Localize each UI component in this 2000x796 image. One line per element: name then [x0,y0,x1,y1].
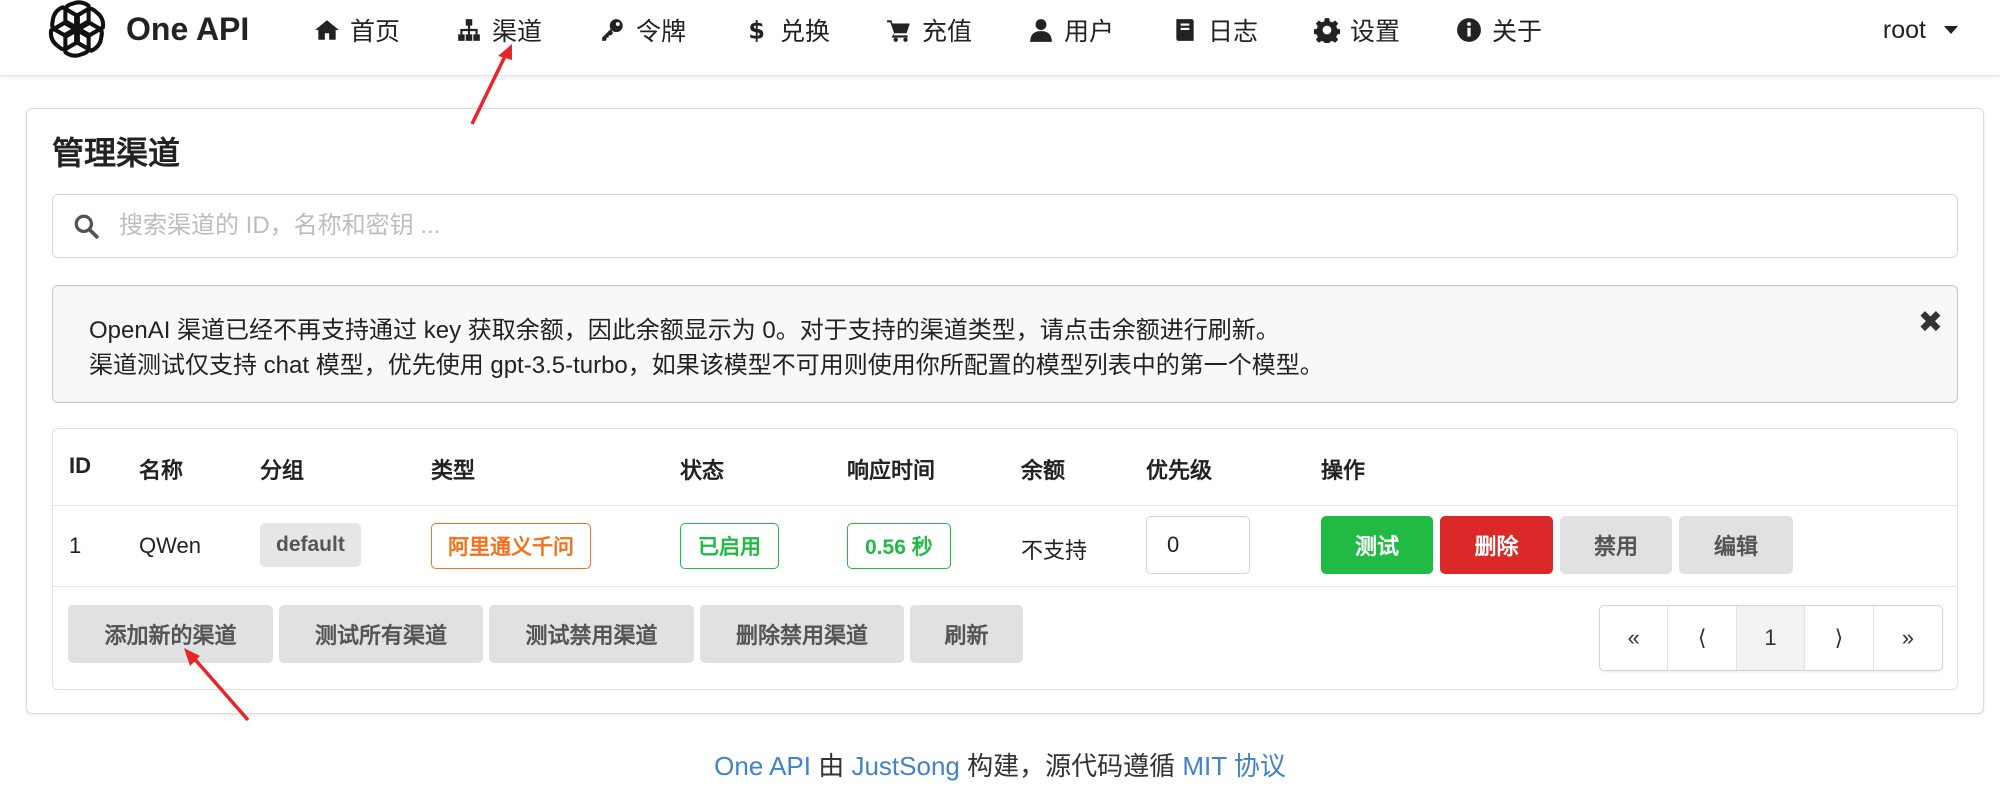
test-button[interactable]: 测试 [1321,516,1433,574]
channels-table: ID 名称 分组 类型 状态 响应时间 余额 优先级 操作 1 QWen def… [52,428,1958,690]
nav-item-channels[interactable]: 渠道 [456,10,542,50]
user-menu[interactable]: root [1883,10,1958,50]
svg-text:$: $ [748,17,765,43]
search-input[interactable] [117,211,1917,241]
add-channel-button[interactable]: 添加新的渠道 [68,605,273,663]
footer-link-oneapi[interactable]: One API [714,751,811,781]
top-navbar: One API 首页 渠道 令牌 $ 兑换 充值 用户 日志 设置 关于 roo… [0,0,2000,76]
nav-item-label: 关于 [1492,18,1543,46]
column-header-group[interactable]: 分组 [260,453,304,485]
chevron-down-icon [1944,26,1958,34]
page-title: 管理渠道 [52,135,181,171]
brand[interactable]: One API [46,0,249,58]
nav-item-label: 用户 [1064,18,1115,46]
nav-item-users[interactable]: 用户 [1028,10,1114,50]
nav-item-label: 兑换 [780,18,831,46]
nav-item-tokens[interactable]: 令牌 [600,10,686,50]
edit-button[interactable]: 编辑 [1679,516,1793,574]
dollar-icon: $ [748,17,765,43]
nav-item-label: 设置 [1350,18,1401,46]
nav-item-label: 令牌 [636,18,687,46]
footer-link-justsong[interactable]: JustSong [851,751,959,781]
gear-icon [1314,18,1340,43]
column-header-type[interactable]: 类型 [431,453,475,485]
next-page-button[interactable]: ⟩ [1805,606,1874,670]
cell-balance[interactable]: 不支持 [1021,533,1087,565]
search-box[interactable] [52,194,1958,258]
key-icon [602,19,623,41]
site-footer: One API 由 JustSong 构建，源代码遵循 MIT 协议 [0,746,2000,783]
prev-page-button[interactable]: ⟨ [1668,606,1737,670]
page-1-button[interactable]: 1 [1736,606,1806,670]
column-header-response-time[interactable]: 响应时间 [847,453,935,485]
nav-item-topup[interactable]: 充值 [886,10,972,50]
brand-name: One API [126,10,250,47]
delete-disabled-channels-button[interactable]: 删除禁用渠道 [700,605,904,663]
nav-item-label: 首页 [350,18,401,46]
column-header-id[interactable]: ID [69,453,91,479]
refresh-button[interactable]: 刷新 [910,605,1023,663]
column-header-name[interactable]: 名称 [139,453,183,485]
nav-item-home[interactable]: 首页 [314,10,400,50]
divider [53,505,1957,506]
user-icon [1030,19,1052,42]
notice-line-2: 渠道测试仅支持 chat 模型，优先使用 gpt-3.5-turbo，如果该模型… [89,352,1324,379]
nav-item-settings[interactable]: 设置 [1314,10,1400,50]
footer-text: 由 [811,751,852,781]
cell-name: QWen [139,533,201,558]
nav-item-logs[interactable]: 日志 [1172,10,1258,50]
nav-item-about[interactable]: 关于 [1456,10,1542,50]
nav-item-label: 充值 [922,18,973,46]
cart-icon [887,20,910,42]
group-badge: default [260,523,361,567]
first-page-button[interactable]: « [1600,606,1669,670]
search-icon [74,214,99,239]
notice-line-1: OpenAI 渠道已经不再支持通过 key 获取余额，因此余额显示为 0。对于支… [89,317,1280,344]
disable-button[interactable]: 禁用 [1560,516,1672,574]
openai-logo-icon [48,0,106,58]
footer-text: 构建，源代码遵循 [959,751,1183,781]
book-icon [1176,19,1194,41]
column-header-status[interactable]: 状态 [680,453,724,485]
delete-button[interactable]: 删除 [1440,516,1553,574]
priority-input[interactable] [1146,516,1250,574]
sitemap-icon [458,19,480,41]
last-page-button[interactable]: » [1874,606,1942,670]
column-header-actions: 操作 [1321,458,1366,483]
divider [53,586,1957,587]
info-icon [1457,18,1481,42]
response-time-badge[interactable]: 0.56 秒 [847,523,951,569]
test-all-channels-button[interactable]: 测试所有渠道 [279,605,483,663]
cell-id: 1 [69,533,82,558]
column-header-balance[interactable]: 余额 [1021,453,1065,485]
footer-link-license[interactable]: MIT 协议 [1182,751,1286,781]
nav-item-label: 渠道 [492,18,543,46]
pagination: « ⟨ 1 ⟩ » [1599,605,1943,671]
status-badge: 已启用 [680,523,779,569]
close-icon[interactable]: ✖ [1918,308,1943,338]
nav-item-redeem[interactable]: $ 兑换 [744,10,830,50]
nav-item-label: 日志 [1208,18,1259,46]
home-icon [315,20,339,40]
info-message: OpenAI 渠道已经不再支持通过 key 获取余额，因此余额显示为 0。对于支… [52,285,1958,403]
type-badge: 阿里通义千问 [431,523,591,569]
test-disabled-channels-button[interactable]: 测试禁用渠道 [489,605,694,663]
column-header-priority[interactable]: 优先级 [1146,453,1212,485]
user-name: root [1882,15,1926,44]
